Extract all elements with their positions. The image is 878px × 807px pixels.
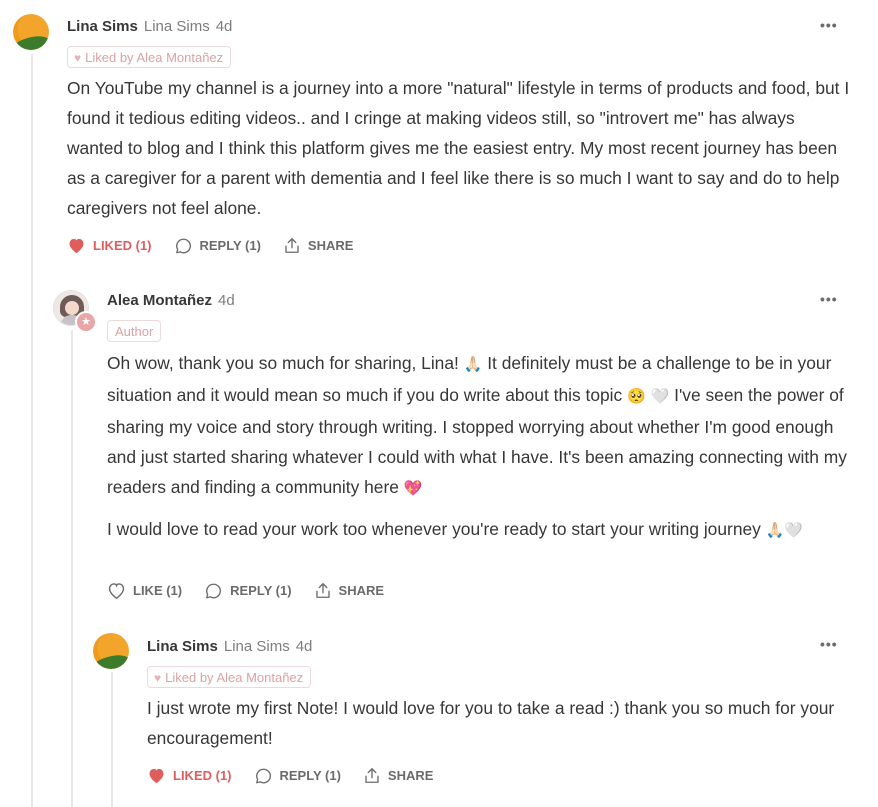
sparkling-heart-emoji: 💖 [403, 480, 423, 497]
comment-actions: LIKE (1) REPLY (1) SHARE [107, 581, 406, 600]
comment-actions: LIKED (1) REPLY (1) SHARE [67, 236, 375, 255]
comment-actions: LIKED (1) REPLY (1) SHARE [147, 766, 455, 785]
like-button[interactable]: LIKED (1) [147, 767, 232, 784]
liked-by-badge: ♥ Liked by Alea Montañez [67, 46, 232, 68]
author-name[interactable]: Lina Sims [67, 18, 138, 35]
pray-emoji: 🙏🏻 [765, 522, 785, 539]
heart-icon: ♥ [154, 671, 162, 685]
reply-bubble-icon [206, 583, 222, 598]
white-heart-emoji: 🤍 [650, 388, 670, 405]
author-badge-label: Author [115, 324, 154, 339]
like-label: LIKED (1) [93, 238, 152, 253]
comment-author[interactable]: Lina Sims Lina Sims 4d [147, 638, 312, 655]
heart-outline-icon [108, 583, 125, 599]
more-options-icon[interactable]: ••• [820, 17, 838, 33]
comment-author[interactable]: Alea Montañez 4d [107, 292, 235, 309]
pray-emoji: 🙏🏻 [463, 356, 483, 373]
like-label: LIKE (1) [133, 583, 183, 598]
timestamp[interactable]: 4d [216, 18, 233, 35]
share-icon [365, 768, 379, 783]
share-button[interactable]: SHARE [314, 581, 385, 600]
timestamp[interactable]: 4d [296, 638, 313, 655]
share-button[interactable]: SHARE [283, 236, 354, 255]
author-handle[interactable]: Lina Sims [224, 638, 290, 655]
timestamp[interactable]: 4d [218, 292, 235, 309]
white-heart-emoji: 🤍 [784, 522, 804, 539]
avatar[interactable] [93, 633, 129, 669]
thread-line [31, 54, 33, 807]
heart-filled-icon [69, 238, 84, 254]
pleading-emoji: 🥺 [627, 388, 646, 405]
author-star-icon: ★ [75, 311, 97, 333]
liked-by-label: Liked by Alea Montañez [85, 50, 224, 65]
share-button[interactable]: SHARE [363, 766, 434, 785]
thread-line [111, 672, 113, 807]
liked-by-badge: ♥ Liked by Alea Montañez [147, 666, 312, 688]
liked-by-label: Liked by Alea Montañez [165, 670, 304, 685]
reply-label: REPLY (1) [199, 238, 261, 253]
more-options-icon[interactable]: ••• [820, 636, 838, 652]
like-label: LIKED (1) [173, 768, 232, 783]
like-button[interactable]: LIKE (1) [107, 582, 182, 599]
comment-text: On YouTube my channel is a journey into … [67, 78, 850, 218]
reply-button[interactable]: REPLY (1) [204, 582, 292, 600]
reply-label: REPLY (1) [230, 583, 292, 598]
like-button[interactable]: LIKED (1) [67, 237, 152, 254]
author-name[interactable]: Alea Montañez [107, 292, 212, 309]
reply-button[interactable]: REPLY (1) [254, 767, 341, 785]
share-icon [285, 238, 299, 253]
comment-author[interactable]: Lina Sims Lina Sims 4d [67, 18, 232, 35]
reply-bubble-icon [175, 238, 191, 253]
heart-filled-icon [149, 768, 164, 784]
comment-body: Oh wow, thank you so much for sharing, L… [107, 348, 847, 546]
heart-icon: ♥ [74, 51, 82, 65]
share-icon [315, 583, 330, 598]
comment-text: I just wrote my first Note! I would love… [147, 698, 835, 748]
share-label: SHARE [387, 768, 434, 783]
comment-body: I just wrote my first Note! I would love… [147, 693, 847, 753]
share-label: SHARE [307, 238, 354, 253]
share-label: SHARE [338, 583, 385, 598]
more-options-icon[interactable]: ••• [820, 291, 838, 307]
reply-button[interactable]: REPLY (1) [174, 237, 261, 255]
comment-paragraph: Oh wow, thank you so much for sharing, L… [107, 353, 847, 497]
author-handle[interactable]: Lina Sims [144, 18, 210, 35]
comment-body: On YouTube my channel is a journey into … [67, 73, 852, 223]
avatar[interactable] [13, 14, 49, 50]
reply-bubble-icon [255, 768, 271, 783]
reply-label: REPLY (1) [279, 768, 341, 783]
thread-line [71, 330, 73, 807]
author-name[interactable]: Lina Sims [147, 638, 218, 655]
author-badge: Author [107, 320, 162, 342]
comment-paragraph: I would love to read your work too whene… [107, 519, 804, 539]
